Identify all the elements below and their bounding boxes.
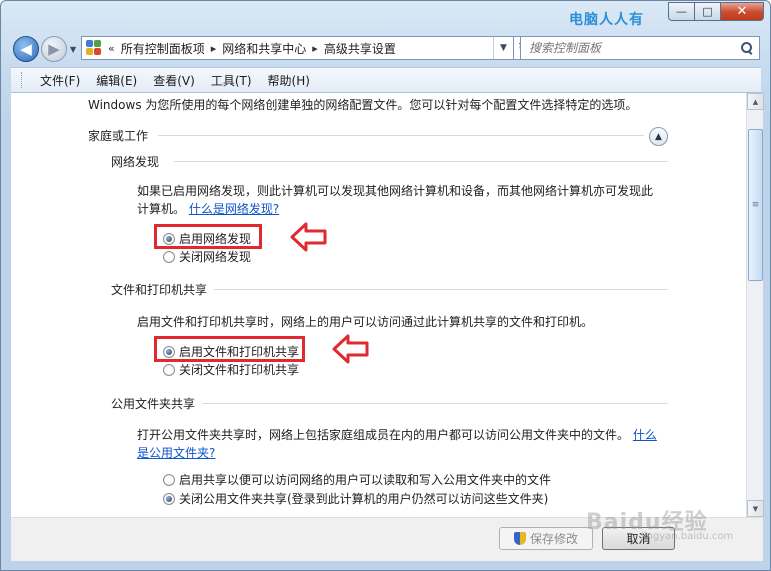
forward-button[interactable]: ▶ [41, 36, 67, 62]
maximize-button[interactable]: □ [694, 2, 720, 21]
menu-tools[interactable]: 工具(T) [203, 72, 260, 89]
save-changes-button[interactable]: 保存修改 [499, 527, 593, 550]
forward-arrow-icon: ▶ [48, 40, 60, 58]
breadcrumb-all-items[interactable]: 所有控制面板项 [121, 40, 205, 57]
file-printer-divider [214, 289, 668, 290]
scroll-down-button[interactable]: ▼ [747, 500, 764, 517]
search-box[interactable] [520, 36, 760, 60]
public-folder-title: 公用文件夹共享 [111, 397, 196, 411]
address-bar[interactable]: « 所有控制面板项 ▸ 网络和共享中心 ▸ 高级共享设置 ▼ [81, 36, 514, 60]
profile-divider [158, 135, 644, 136]
breadcrumb-separator[interactable]: ▸ [312, 42, 318, 55]
settings-content: Windows 为您所使用的每个网络创建单独的网络配置文件。您可以针对每个配置文… [11, 93, 746, 517]
breadcrumb-advanced-sharing[interactable]: 高级共享设置 [324, 40, 396, 57]
network-discovery-title: 网络发现 [111, 155, 160, 169]
menu-grip [21, 72, 24, 88]
network-discovery-divider [174, 161, 668, 162]
radio-disable-discovery[interactable]: 关闭网络发现 [163, 248, 251, 265]
recent-pages-dropdown[interactable]: ▼ [70, 45, 76, 54]
radio-unchecked-icon[interactable] [163, 473, 175, 486]
address-dropdown-button[interactable]: ▼ [493, 37, 513, 59]
breadcrumb-overflow[interactable]: « [108, 42, 115, 55]
caption-buttons: — □ ✕ [668, 2, 764, 21]
scroll-up-button[interactable]: ▲ [747, 93, 764, 110]
radio-checked-icon[interactable] [163, 492, 175, 505]
scroll-thumb[interactable]: ≡ [748, 129, 763, 281]
radio-unchecked-icon[interactable] [163, 363, 175, 376]
menu-view[interactable]: 查看(V) [145, 72, 203, 89]
profile-title: 家庭或工作 [88, 129, 149, 143]
radio-label: 启用网络发现 [179, 232, 252, 246]
watermark-title: 电脑人人有 [569, 12, 644, 28]
grip-icon: ≡ [751, 200, 760, 210]
radio-checked-icon[interactable] [163, 232, 175, 245]
menu-help[interactable]: 帮助(H) [260, 72, 318, 89]
search-icon[interactable] [741, 42, 753, 54]
chevron-up-icon: ▲ [655, 131, 662, 142]
file-printer-desc: 启用文件和打印机共享时，网络上的用户可以访问通过此计算机共享的文件和打印机。 [137, 315, 594, 329]
radio-label: 启用共享以便可以访问网络的用户可以读取和写入公用文件夹中的文件 [179, 473, 552, 487]
radio-label: 启用文件和打印机共享 [179, 345, 300, 359]
radio-enable-discovery[interactable]: 启用网络发现 [163, 230, 251, 247]
menu-edit[interactable]: 编辑(E) [88, 72, 145, 89]
save-changes-label: 保存修改 [529, 532, 578, 546]
minimize-button[interactable]: — [668, 2, 694, 21]
network-discovery-desc: 如果已启用网络发现，则此计算机可以发现其他网络计算机和设备，而其他网络计算机亦可… [137, 182, 657, 218]
radio-disable-public-folder[interactable]: 关闭公用文件夹共享(登录到此计算机的用户仍然可以访问这些文件夹) [163, 490, 548, 507]
breadcrumb-separator[interactable]: ▸ [211, 42, 217, 55]
back-button[interactable]: ◀ [13, 36, 39, 62]
back-arrow-icon: ◀ [20, 40, 32, 58]
search-input[interactable] [529, 41, 729, 55]
public-folder-desc: 打开公用文件夹共享时，网络上包括家庭组成员在内的用户都可以访问公用文件夹中的文件… [137, 426, 667, 462]
annotation-arrow-discovery [290, 222, 327, 252]
public-folder-desc-text: 打开公用文件夹共享时，网络上包括家庭组成员在内的用户都可以访问公用文件夹中的文件… [137, 428, 630, 442]
radio-label: 关闭文件和打印机共享 [179, 363, 300, 377]
collapse-button[interactable]: ▲ [649, 127, 668, 146]
uac-shield-icon [513, 532, 526, 545]
radio-disable-file-printer[interactable]: 关闭文件和打印机共享 [163, 361, 299, 378]
radio-checked-icon[interactable] [163, 345, 175, 358]
radio-label: 关闭公用文件夹共享(登录到此计算机的用户仍然可以访问这些文件夹) [179, 492, 549, 506]
radio-enable-file-printer[interactable]: 启用文件和打印机共享 [163, 343, 299, 360]
explorer-window: 电脑人人有 — □ ✕ ◀ ▶ ▼ « 所有控制面板项 ▸ 网络和共享中心 ▸ … [0, 0, 771, 571]
radio-unchecked-icon[interactable] [163, 250, 175, 263]
intro-text: Windows 为您所使用的每个网络创建单独的网络配置文件。您可以针对每个配置文… [88, 98, 638, 112]
radio-enable-public-folder[interactable]: 启用共享以便可以访问网络的用户可以读取和写入公用文件夹中的文件 [163, 471, 551, 488]
baidu-watermark-url: jingyan.baidu.com [641, 531, 734, 542]
file-printer-title: 文件和打印机共享 [111, 283, 208, 297]
menu-bar: 文件(F) 编辑(E) 查看(V) 工具(T) 帮助(H) [11, 67, 761, 93]
vertical-scrollbar[interactable]: ▲ ≡ ▼ [746, 93, 764, 517]
breadcrumb-network-center[interactable]: 网络和共享中心 [222, 40, 306, 57]
menu-file[interactable]: 文件(F) [32, 72, 88, 89]
control-panel-icon [86, 40, 102, 56]
network-discovery-help-link[interactable]: 什么是网络发现? [189, 202, 279, 216]
close-button[interactable]: ✕ [720, 2, 764, 21]
address-controls: ▼ [493, 37, 513, 59]
annotation-arrow-file-printer [332, 334, 369, 364]
radio-label: 关闭网络发现 [179, 250, 252, 264]
public-folder-divider [202, 403, 668, 404]
